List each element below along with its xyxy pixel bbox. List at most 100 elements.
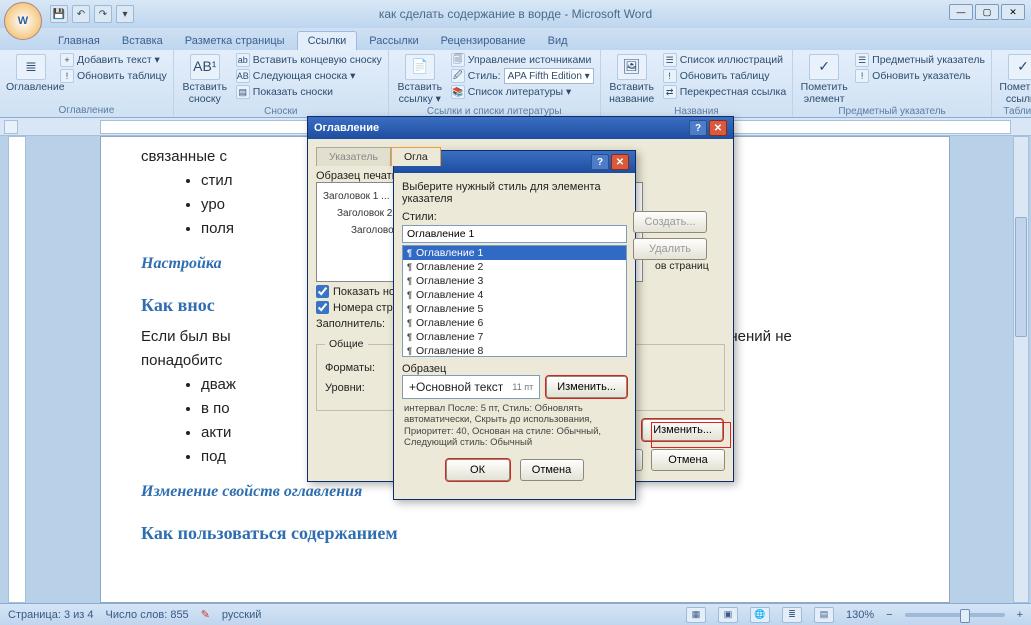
cross-reference-button[interactable]: ⇄Перекрестная ссылка <box>663 84 786 100</box>
office-button[interactable]: W <box>4 2 42 40</box>
print-layout-view-icon[interactable]: ▦ <box>686 607 706 623</box>
show-pagenum-checkbox[interactable] <box>316 285 329 298</box>
sample-preview: +Основной текст11 пт <box>402 375 540 399</box>
dialog-title-text: Оглавление <box>314 122 379 134</box>
refresh-icon: ! <box>663 69 677 83</box>
new-button[interactable]: Создать... <box>633 211 707 233</box>
citation-icon: 📄 <box>405 54 435 80</box>
redo-icon[interactable]: ↷ <box>94 5 112 23</box>
index-icon: ☰ <box>855 53 869 67</box>
insert-footnote-button[interactable]: AB¹ Вставить сноску <box>180 52 230 105</box>
draft-view-icon[interactable]: ▤ <box>814 607 834 623</box>
general-legend: Общие <box>325 338 368 350</box>
vertical-ruler[interactable] <box>8 136 26 603</box>
leader-label: Заполнитель: <box>316 318 388 330</box>
ribbon-tabs: Главная Вставка Разметка страницы Ссылки… <box>0 28 1031 50</box>
style-combo[interactable]: APA Fifth Edition ▾ <box>504 68 594 84</box>
next-footnote-button[interactable]: ABСледующая сноска ▾ <box>236 68 382 84</box>
modify-button[interactable]: Изменить... <box>642 419 723 441</box>
close-icon[interactable]: ✕ <box>611 154 629 170</box>
qat-more-icon[interactable]: ▾ <box>116 5 134 23</box>
plus-icon: + <box>60 53 74 67</box>
proofing-icon[interactable]: ✎ <box>201 608 210 621</box>
styles-listbox[interactable]: ¶Оглавление 1 ¶Оглавление 2 ¶Оглавление … <box>402 245 627 357</box>
help-button[interactable]: ? <box>689 120 707 136</box>
modify-button[interactable]: Изменить... <box>546 376 627 398</box>
dialog-style: Стиль ? ✕ Выберите нужный стиль для элем… <box>393 150 636 500</box>
tab-index[interactable]: Указатель <box>316 147 391 166</box>
list-item[interactable]: ¶Оглавление 2 <box>403 260 626 274</box>
biblio-icon: 📚 <box>451 85 465 99</box>
save-icon[interactable]: 💾 <box>50 5 68 23</box>
list-item[interactable]: ¶Оглавление 7 <box>403 330 626 344</box>
minimize-button[interactable]: — <box>949 4 973 20</box>
full-screen-view-icon[interactable]: ▣ <box>718 607 738 623</box>
ok-button[interactable]: ОК <box>446 459 510 481</box>
insert-index-button[interactable]: ☰Предметный указатель <box>855 52 985 68</box>
right-align-checkbox[interactable] <box>316 301 329 314</box>
toc-button[interactable]: ≣ Оглавление <box>6 52 56 94</box>
tab-mailings[interactable]: Рассылки <box>359 32 428 50</box>
list-item[interactable]: ¶Оглавление 3 <box>403 274 626 288</box>
zoom-level[interactable]: 130% <box>846 609 874 621</box>
list-item[interactable]: ¶Оглавление 5 <box>403 302 626 316</box>
outline-view-icon[interactable]: ≣ <box>782 607 802 623</box>
mark-entry-button[interactable]: ✓ Пометить элемент <box>799 52 849 105</box>
update-tof-button[interactable]: !Обновить таблицу <box>663 68 786 84</box>
table-of-figures-button[interactable]: ☰Список иллюстраций <box>663 52 786 68</box>
word-count[interactable]: Число слов: 855 <box>106 609 189 621</box>
tab-home[interactable]: Главная <box>48 32 110 50</box>
style-name-input[interactable] <box>402 225 627 243</box>
tab-toc[interactable]: Огла <box>391 147 441 166</box>
toc-icon: ≣ <box>16 54 46 80</box>
tab-review[interactable]: Рецензирование <box>431 32 536 50</box>
scrollbar-thumb[interactable] <box>1015 217 1027 337</box>
group-toc-label: Оглавление <box>6 104 167 117</box>
next-icon: AB <box>236 69 250 83</box>
refresh-icon: ! <box>60 69 74 83</box>
delete-button[interactable]: Удалить <box>633 238 707 260</box>
zoom-in-icon[interactable]: + <box>1017 609 1023 621</box>
close-icon[interactable]: ✕ <box>709 120 727 136</box>
add-text-button[interactable]: +Добавить текст ▾ <box>60 52 167 68</box>
mark-citation-button[interactable]: ✓ Пометить ссылку <box>998 52 1031 105</box>
page-status[interactable]: Страница: 3 из 4 <box>8 609 94 621</box>
vertical-scrollbar[interactable] <box>1013 136 1029 603</box>
footnote-icon: AB¹ <box>190 54 220 80</box>
cancel-button[interactable]: Отмена <box>651 449 725 471</box>
update-index-button[interactable]: !Обновить указатель <box>855 68 985 84</box>
zoom-slider[interactable] <box>905 613 1005 617</box>
manage-sources-button[interactable]: 🗐Управление источниками <box>451 52 594 68</box>
tab-view[interactable]: Вид <box>538 32 578 50</box>
list-item[interactable]: ¶Оглавление 6 <box>403 316 626 330</box>
heading: Как пользоваться содержанием <box>141 519 909 548</box>
web-layout-view-icon[interactable]: 🌐 <box>750 607 770 623</box>
list-item[interactable]: ¶Оглавление 1 <box>403 246 626 260</box>
insert-citation-button[interactable]: 📄 Вставить ссылку ▾ <box>395 52 445 105</box>
style-description: интервал После: 5 пт, Стиль: Обновлять а… <box>402 399 627 453</box>
maximize-button[interactable]: ▢ <box>975 4 999 20</box>
list-icon: ☰ <box>663 53 677 67</box>
list-item[interactable]: ¶Оглавление 4 <box>403 288 626 302</box>
tab-references[interactable]: Ссылки <box>297 31 358 50</box>
refresh-icon: ! <box>855 69 869 83</box>
close-button[interactable]: ✕ <box>1001 4 1025 20</box>
insert-caption-button[interactable]: 🖼 Вставить название <box>607 52 657 105</box>
zoom-out-icon[interactable]: − <box>886 609 892 621</box>
cancel-button[interactable]: Отмена <box>520 459 584 481</box>
bibliography-button[interactable]: 📚Список литературы ▾ <box>451 84 594 100</box>
language-status[interactable]: русский <box>222 609 261 621</box>
undo-icon[interactable]: ↶ <box>72 5 90 23</box>
status-bar: Страница: 3 из 4 Число слов: 855 ✎ русск… <box>0 603 1031 625</box>
help-button[interactable]: ? <box>591 154 609 170</box>
instruction-text: Выберите нужный стиль для элемента указа… <box>402 181 627 205</box>
tab-insert[interactable]: Вставка <box>112 32 173 50</box>
update-table-button[interactable]: !Обновить таблицу <box>60 68 167 84</box>
window-title: как сделать содержание в ворде - Microso… <box>379 7 652 21</box>
insert-endnote-button[interactable]: abВставить концевую сноску <box>236 52 382 68</box>
tab-pagelayout[interactable]: Разметка страницы <box>175 32 295 50</box>
dialog-toc-titlebar[interactable]: Оглавление ? ✕ <box>308 117 733 139</box>
list-item[interactable]: ¶Оглавление 8 <box>403 344 626 357</box>
show-notes-button[interactable]: ▤Показать сноски <box>236 84 382 100</box>
tab-selector[interactable] <box>4 120 18 134</box>
